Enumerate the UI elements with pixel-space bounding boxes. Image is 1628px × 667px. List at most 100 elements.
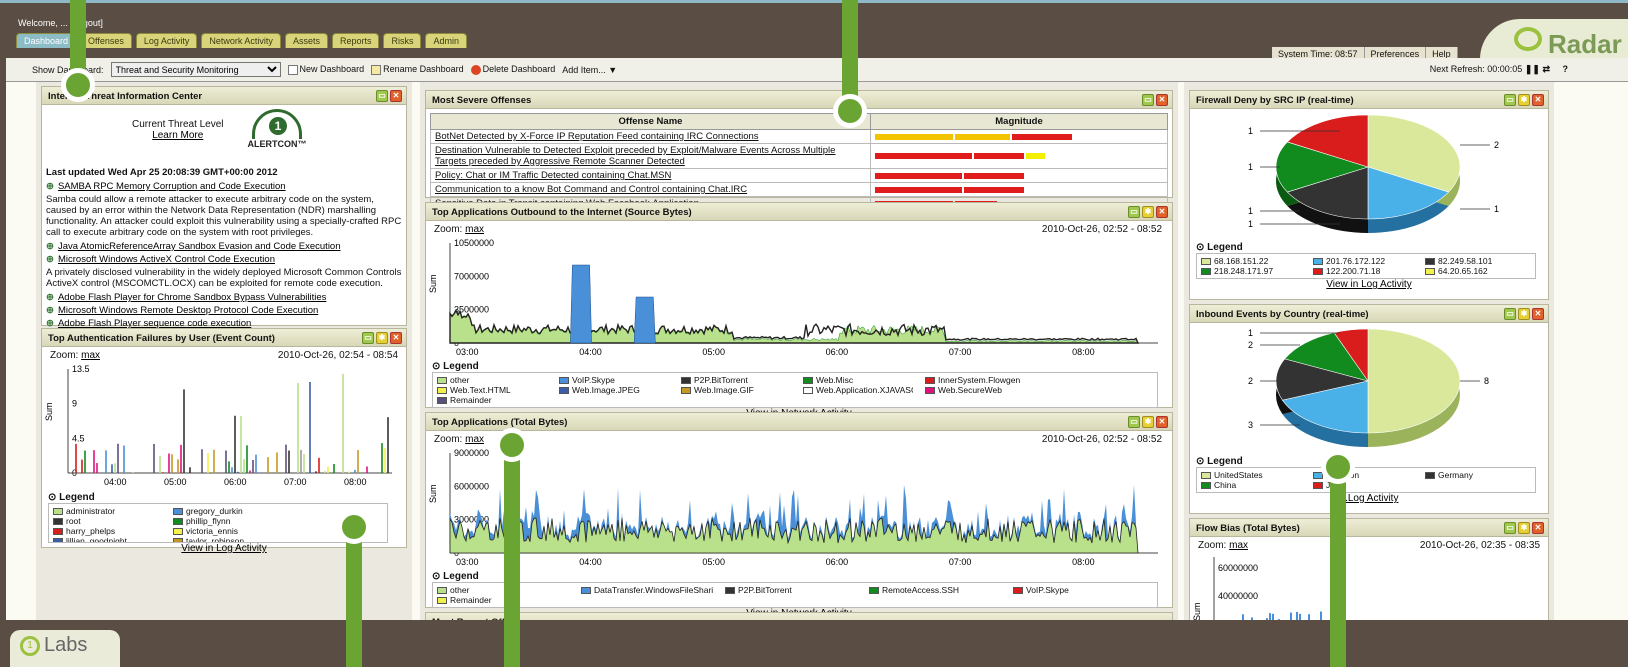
threat-item[interactable]: ⊕ Java AtomicReferenceArray Sandbox Evasi…: [46, 241, 402, 252]
close-icon[interactable]: ✕: [1532, 522, 1544, 534]
offense-name[interactable]: BotNet Detected by X-Force IP Reputation…: [430, 129, 871, 144]
zoom-max-link[interactable]: max: [1229, 540, 1248, 551]
legend-item[interactable]: other: [437, 375, 547, 385]
legend-item[interactable]: 68.168.151.22: [1201, 256, 1301, 266]
legend-item[interactable]: P2P.BitTorrent: [681, 375, 791, 385]
legend-toggle[interactable]: ⊙ Legend: [432, 361, 1166, 372]
legend-item[interactable]: 64.20.65.162: [1425, 266, 1525, 276]
new-dashboard-button[interactable]: New Dashboard: [287, 64, 364, 75]
welcome-text[interactable]: Welcome, ... [Logout]: [18, 18, 103, 28]
threat-item[interactable]: ⊕ Microsoft Windows ActiveX Control Code …: [46, 254, 402, 265]
legend-item[interactable]: Web.Image.JPEG: [559, 385, 669, 395]
pause-icon[interactable]: ❚❚: [1525, 64, 1540, 74]
tab-admin[interactable]: Admin: [425, 33, 467, 48]
delete-dashboard-button[interactable]: Delete Dashboard: [470, 64, 555, 75]
close-icon[interactable]: ✕: [1532, 308, 1544, 320]
tab-assets[interactable]: Assets: [284, 33, 328, 48]
threat-item-title[interactable]: Microsoft Windows ActiveX Control Code E…: [58, 254, 275, 265]
legend-item[interactable]: China: [1201, 480, 1301, 490]
legend-item[interactable]: root: [53, 516, 161, 526]
legend-toggle[interactable]: ⊙ Legend: [1196, 242, 1542, 253]
threat-item-title[interactable]: Java AtomicReferenceArray Sandbox Evasio…: [58, 241, 341, 252]
settings-icon[interactable]: ✱: [376, 332, 388, 344]
close-icon[interactable]: ✕: [390, 90, 402, 102]
legend-item[interactable]: 82.249.58.101: [1425, 256, 1525, 266]
minimize-icon[interactable]: ▭: [362, 332, 374, 344]
tab-risks[interactable]: Risks: [383, 33, 422, 48]
legend-item[interactable]: 201.76.172.122: [1313, 256, 1413, 266]
legend-item[interactable]: other: [437, 585, 569, 595]
legend-item[interactable]: taylor_robinson: [173, 536, 281, 542]
tab-dashboard[interactable]: Dashboard: [16, 33, 77, 48]
minimize-icon[interactable]: ▭: [1504, 94, 1516, 106]
legend-item[interactable]: lillian_goodnight: [53, 536, 161, 542]
legend-item[interactable]: Web.Image.GIF: [681, 385, 791, 395]
legend-item[interactable]: P2P.BitTorrent: [725, 585, 857, 595]
legend-item[interactable]: Web.Misc: [803, 375, 913, 385]
offense-row[interactable]: Destination Vulnerable to Detected Explo…: [430, 143, 1168, 169]
legend-item[interactable]: Web.SecureWeb: [925, 385, 1035, 395]
threat-item[interactable]: ⊕ Microsoft Windows Remote Desktop Protoc…: [46, 305, 402, 316]
legend-toggle[interactable]: ⊙ Legend: [48, 492, 400, 503]
legend-item[interactable]: Web.Text.HTML: [437, 385, 547, 395]
legend-item[interactable]: UnitedStates: [1201, 470, 1301, 480]
legend-item[interactable]: VoIP.Skype: [559, 375, 669, 385]
learn-more-link[interactable]: Learn More: [132, 130, 224, 141]
offense-row[interactable]: Communication to a know Bot Command and …: [430, 182, 1168, 197]
offense-name[interactable]: Communication to a know Bot Command and …: [430, 182, 871, 197]
legend-item[interactable]: phillip_flynn: [173, 516, 281, 526]
add-item-menu[interactable]: Add Item... ▼: [562, 65, 617, 75]
threat-item[interactable]: ⊕ SAMBA RPC Memory Corruption and Code Ex…: [46, 181, 402, 192]
legend-item[interactable]: gregory_durkin: [173, 506, 281, 516]
legend-item[interactable]: Germany: [1425, 470, 1525, 480]
legend-item[interactable]: VoIP.Skype: [1013, 585, 1145, 595]
expand-icon[interactable]: ⊕: [46, 241, 54, 252]
view-log-activity-link[interactable]: ...Log Activity: [1196, 493, 1542, 504]
minimize-icon[interactable]: ▭: [1504, 308, 1516, 320]
legend-item[interactable]: Remainder: [437, 595, 569, 605]
close-icon[interactable]: ✕: [1156, 94, 1168, 106]
settings-icon[interactable]: ✱: [1518, 94, 1530, 106]
dashboard-select[interactable]: Threat and Security Monitoring: [110, 62, 281, 77]
threat-item[interactable]: ⊕ Adobe Flash Player for Chrome Sandbox B…: [46, 292, 402, 303]
settings-icon[interactable]: ✱: [1518, 522, 1530, 534]
legend-item[interactable]: InnerSystem.Flowgen: [925, 375, 1035, 385]
legend-item[interactable]: DataTransfer.WindowsFileSharing: [581, 585, 713, 595]
minimize-icon[interactable]: ▭: [1504, 522, 1516, 534]
threat-item-title[interactable]: SAMBA RPC Memory Corruption and Code Exe…: [58, 181, 286, 192]
close-icon[interactable]: ✕: [1156, 206, 1168, 218]
tab-network-activity[interactable]: Network Activity: [201, 33, 281, 48]
legend-toggle[interactable]: ⊙ Legend: [432, 571, 1166, 582]
threat-item-title[interactable]: Adobe Flash Player for Chrome Sandbox By…: [58, 292, 326, 303]
legend-item[interactable]: harry_phelps: [53, 526, 161, 536]
legend-item[interactable]: administrator: [53, 506, 161, 516]
expand-icon[interactable]: ⊕: [46, 254, 54, 265]
legend-item[interactable]: RemoteAccess.SSH: [869, 585, 1001, 595]
settings-icon[interactable]: ✱: [1142, 416, 1154, 428]
legend-item[interactable]: J...: [1313, 480, 1413, 490]
threat-item-title[interactable]: Microsoft Windows Remote Desktop Protoco…: [58, 305, 318, 316]
tab-offenses[interactable]: Offenses: [80, 33, 132, 48]
offense-name[interactable]: Destination Vulnerable to Detected Explo…: [430, 143, 871, 169]
minimize-icon[interactable]: ▭: [1128, 416, 1140, 428]
expand-icon[interactable]: ⊕: [46, 292, 54, 303]
legend-item[interactable]: 218.248.171.97: [1201, 266, 1301, 276]
zoom-max-link[interactable]: max: [81, 350, 100, 361]
expand-icon[interactable]: ⊕: [46, 305, 54, 316]
tab-log-activity[interactable]: Log Activity: [135, 33, 198, 48]
minimize-icon[interactable]: ▭: [1128, 206, 1140, 218]
close-icon[interactable]: ✕: [390, 332, 402, 344]
zoom-max-link[interactable]: max: [465, 434, 484, 445]
legend-item[interactable]: Remainder: [437, 395, 547, 405]
settings-icon[interactable]: ✱: [1142, 206, 1154, 218]
legend-item[interactable]: Web.Application.XJAVASCRIPT: [803, 385, 913, 395]
tab-reports[interactable]: Reports: [331, 33, 380, 48]
help-icon[interactable]: ?: [1563, 64, 1569, 74]
close-icon[interactable]: ✕: [1532, 94, 1544, 106]
settings-icon[interactable]: ✱: [1518, 308, 1530, 320]
expand-icon[interactable]: ⊕: [46, 181, 54, 192]
legend-item[interactable]: victoria_ennis: [173, 526, 281, 536]
legend-toggle[interactable]: ⊙ Legend: [1196, 456, 1542, 467]
legend-item[interactable]: 122.200.71.18: [1313, 266, 1413, 276]
offense-row[interactable]: Policy: Chat or IM Traffic Detected cont…: [430, 168, 1168, 183]
